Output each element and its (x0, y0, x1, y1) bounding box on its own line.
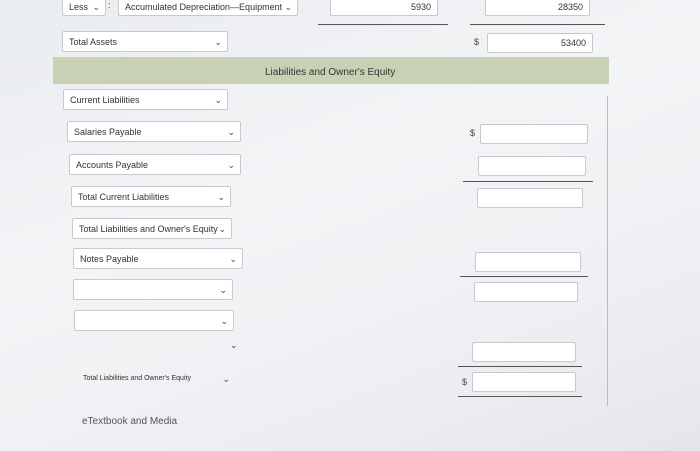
section-header: Liabilities and Owner's Equity (265, 67, 396, 78)
chevron-down-icon: ⌄ (222, 374, 230, 384)
liability-select-7[interactable]: ⌄ (73, 279, 233, 300)
currency-symbol: $ (470, 128, 476, 138)
account-select-value: Accumulated Depreciation—Equipment (125, 2, 283, 12)
amount-input[interactable] (480, 124, 588, 144)
underline (318, 24, 448, 25)
select-value: Total Current Liabilities (78, 192, 170, 202)
liability-select-6[interactable]: Notes Payable ⌄ (73, 248, 243, 269)
chevron-down-icon[interactable]: ⌄ (230, 340, 238, 351)
liability-select-2[interactable]: Salaries Payable ⌄ (67, 121, 241, 142)
chevron-down-icon: ⌄ (227, 160, 235, 170)
liability-select-8[interactable]: ⌄ (74, 310, 234, 331)
chevron-down-icon: ⌄ (92, 2, 100, 12)
select-value: Accounts Payable (76, 160, 149, 170)
amount1-input[interactable]: 5930 (330, 0, 438, 16)
currency-symbol: $ (474, 37, 480, 47)
chevron-down-icon: ⌄ (227, 127, 235, 137)
currency-symbol: $ (462, 377, 468, 387)
amount-input[interactable] (475, 252, 581, 272)
select-value: Salaries Payable (74, 127, 142, 137)
underline (470, 24, 605, 25)
select-value: Notes Payable (80, 254, 139, 264)
total-assets-input[interactable]: 53400 (487, 33, 593, 53)
chevron-down-icon: ⌄ (214, 37, 222, 47)
divider (607, 96, 608, 406)
etextbook-link[interactable]: eTextbook and Media (82, 416, 177, 427)
chevron-down-icon: ⌄ (229, 254, 237, 264)
liability-select-5[interactable]: Total Liabilities and Owner's Equity ⌄ (72, 218, 232, 239)
amount-input[interactable] (472, 342, 576, 362)
less-select-value: Less (69, 2, 89, 12)
underline (460, 276, 588, 277)
chevron-down-icon: ⌄ (217, 192, 225, 202)
chevron-down-icon: ⌄ (214, 95, 222, 105)
amount-input[interactable] (472, 372, 576, 392)
amount-input[interactable] (478, 156, 586, 176)
select-value: Current Liabilities (70, 95, 140, 105)
amount-input[interactable] (477, 188, 583, 208)
liability-select-3[interactable]: Accounts Payable ⌄ (69, 154, 241, 175)
liability-select-1[interactable]: Current Liabilities ⌄ (63, 89, 228, 110)
select-value: Total Liabilities and Owner's Equity (79, 224, 218, 234)
chevron-down-icon: ⌄ (218, 224, 226, 234)
chevron-down-icon: ⌄ (219, 285, 227, 295)
double-underline (458, 396, 582, 397)
underline (458, 366, 582, 367)
liability-select-9[interactable]: Total Liabilities and Owner's Equity ⌄ (76, 368, 236, 389)
liability-select-4[interactable]: Total Current Liabilities ⌄ (71, 186, 231, 207)
chevron-down-icon: ⌄ (220, 316, 228, 326)
underline (463, 181, 593, 182)
less-select[interactable]: Less ⌄ (62, 0, 106, 16)
total-assets-select[interactable]: Total Assets ⌄ (62, 31, 228, 52)
chevron-down-icon: ⌄ (284, 2, 292, 12)
less-separator: : (108, 0, 111, 10)
account-select[interactable]: Accumulated Depreciation—Equipment ⌄ (118, 0, 298, 16)
select-value: Total Liabilities and Owner's Equity (83, 375, 191, 382)
total-assets-value: Total Assets (69, 37, 118, 47)
amount2-input[interactable]: 28350 (485, 0, 590, 16)
amount-input[interactable] (474, 282, 578, 302)
